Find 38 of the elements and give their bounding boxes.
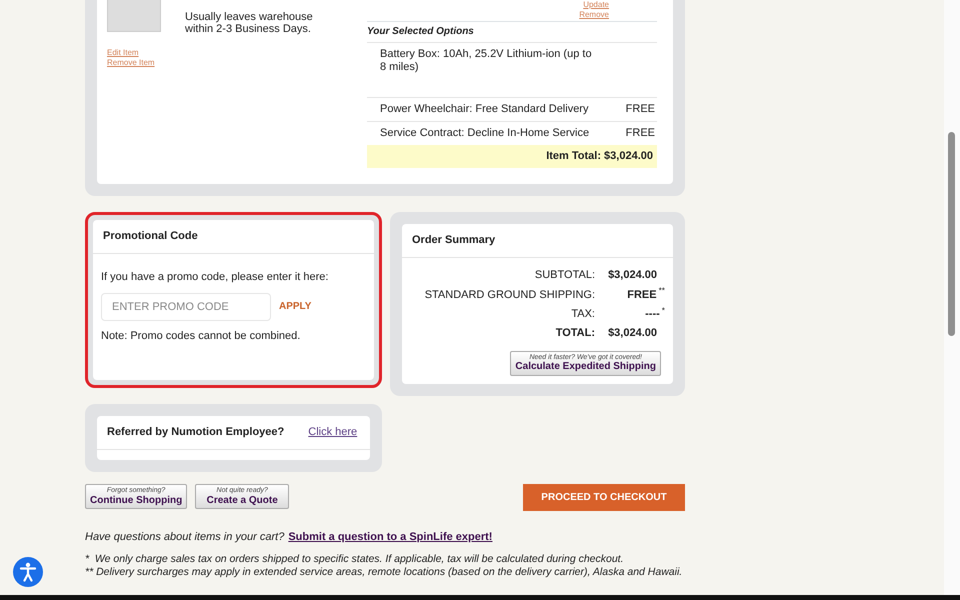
apply-button[interactable]: APPLY — [279, 300, 312, 314]
update-link[interactable]: Update — [583, 0, 609, 10]
click-here-link[interactable]: Click here — [308, 426, 358, 440]
promo-title: Promotional Code — [93, 220, 374, 254]
accessibility-icon[interactable] — [13, 557, 43, 587]
promo-prompt: If you have a promo code, please enter it here: — [101, 270, 330, 285]
summary-label: STANDARD GROUND SHIPPING: — [424, 288, 595, 302]
summary-value: $3,024.00 — [607, 269, 657, 282]
checkout-button[interactable]: PROCEED TO CHECKOUT — [523, 484, 685, 512]
summary-value: ---- — [645, 308, 660, 320]
product-photo-placeholder — [107, 0, 161, 32]
promo-note: Note: Promo codes cannot be combined. — [101, 328, 302, 343]
remove-option-link[interactable]: Remove — [579, 10, 609, 20]
summary-label: TAX: — [570, 308, 595, 321]
options-heading: Your Selected Options — [367, 21, 657, 42]
footnote-text: ** Delivery surcharges may apply in extended service areas, remote locations (based on the delivery carrier), Alaska and Hawaii. — [85, 566, 684, 579]
option-label: Service Contract: Decline In-Home Service — [380, 126, 590, 140]
referral-title: Referred by Numotion Employee? — [107, 426, 284, 440]
footnote-mark: ** — [658, 286, 665, 296]
scrollbar[interactable] — [944, 0, 960, 595]
summary-label: TOTAL: — [554, 326, 595, 340]
order-summary-title: Order Summary — [402, 224, 673, 258]
promo-code-field[interactable]: ENTER PROMO CODE — [101, 292, 271, 321]
question-text: Have questions about items in your cart? — [85, 531, 284, 544]
availability-text: Usually leaves warehouse within 2-3 Business Days. — [185, 12, 314, 37]
option-label: Power Wheelchair: Free Standard Delivery — [380, 102, 588, 116]
edit-item-link[interactable]: Edit Item — [107, 48, 161, 58]
submit-question-link[interactable]: Submit a question to a SpinLife expert! — [288, 531, 492, 544]
option-price: FREE — [626, 102, 655, 116]
option-label: Battery Box: 10Ah, 25.2V Lithium-ion (up to 8 miles) — [380, 48, 593, 75]
footnote-text: * We only charge sales tax on orders shipped to specific states. If applicable, tax will be calculated during checkout. — [85, 552, 625, 566]
footnote-mark: * — [662, 306, 665, 315]
option-price: FREE — [626, 126, 655, 140]
summary-value: $3,024.00 — [607, 326, 657, 340]
remove-item-link[interactable]: Remove Item — [107, 58, 161, 68]
summary-value: FREE — [627, 288, 657, 300]
item-total: Item Total: $3,024.00 — [367, 144, 657, 168]
summary-label: SUBTOTAL: — [534, 269, 595, 282]
